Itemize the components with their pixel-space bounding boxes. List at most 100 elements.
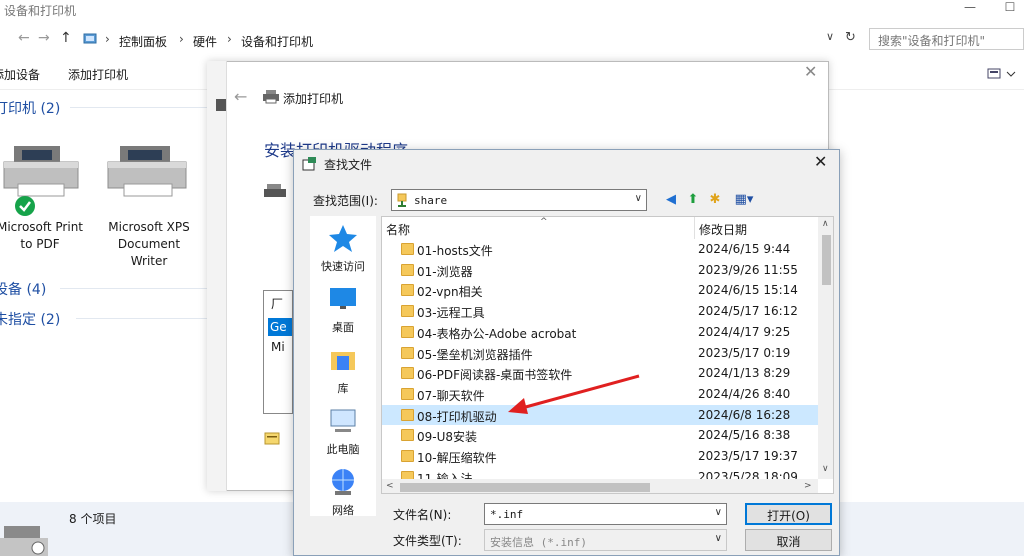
up-folder-icon[interactable]: ⬆ [684, 192, 702, 208]
folder-icon [401, 325, 414, 338]
file-date: 2024/4/26 8:40 [698, 386, 791, 401]
place-library[interactable]: 库 [310, 344, 376, 396]
list-item[interactable]: Ge [268, 318, 292, 336]
place-this-pc[interactable]: 此电脑 [310, 405, 376, 457]
minimize-button[interactable]: — [955, 0, 985, 18]
manufacturer-list[interactable]: 厂 Ge Mi [263, 290, 293, 414]
place-label: 网络 [332, 504, 354, 517]
file-row[interactable]: 01-hosts文件 2024/6/15 9:44 [382, 239, 818, 259]
column-header-name[interactable]: 名称 [382, 217, 694, 239]
file-row[interactable]: 05-堡垒机浏览器插件 2023/5/17 0:19 [382, 343, 818, 363]
folder-icon [401, 367, 414, 380]
filetype-dropdown[interactable]: 安装信息 (*.inf) ∨ [484, 529, 727, 551]
close-icon[interactable]: ✕ [814, 152, 827, 171]
filename-input[interactable]: *.inf ∨ [484, 503, 727, 525]
file-name: 08-打印机驱动 [417, 409, 497, 424]
place-label: 桌面 [332, 321, 354, 334]
file-name: 09-U8安装 [417, 430, 478, 445]
places-bar: 快速访问 桌面 库 此电脑 网络 [310, 216, 376, 518]
network-globe-icon [332, 469, 354, 495]
filetype-label: 文件类型(T): [393, 534, 462, 548]
forward-arrow-icon[interactable]: → [38, 30, 50, 46]
list-item[interactable]: 厂 [271, 295, 283, 312]
lookin-dropdown[interactable]: share ∨ [391, 189, 647, 211]
lookin-label: 查找范围(I): [313, 194, 378, 208]
file-date: 2024/5/16 8:38 [698, 428, 791, 443]
folder-icon [401, 408, 414, 421]
address-bar[interactable]: › 控制面板 › 硬件 › 设备和打印机 [80, 28, 840, 50]
view-options-icon[interactable] [987, 67, 1017, 81]
network-share-icon [397, 193, 407, 207]
file-row[interactable]: 02-vpn相关 2024/6/15 15:14 [382, 280, 818, 300]
back-arrow-icon[interactable]: ← [18, 30, 30, 46]
printer-icon[interactable] [0, 140, 80, 215]
list-item[interactable]: Mi [271, 340, 285, 354]
scroll-left-icon[interactable]: < [386, 481, 394, 491]
group-header-printers[interactable]: 打印机 (2) [0, 98, 60, 118]
place-quick-access[interactable]: 快速访问 [310, 222, 376, 274]
new-folder-icon[interactable]: ✱ [706, 192, 724, 208]
group-header-unspecified[interactable]: 未指定 (2) [0, 309, 60, 329]
window-title: 设备和打印机 [4, 4, 77, 18]
folder-icon [401, 263, 414, 276]
file-row[interactable]: 03-远程工具 2024/5/17 16:12 [382, 301, 818, 321]
file-row[interactable]: 04-表格办公-Adobe acrobat 2024/4/17 9:25 [382, 322, 818, 342]
file-name: 03-远程工具 [417, 306, 485, 321]
column-header-date[interactable]: 修改日期 [694, 217, 818, 239]
file-name: 01-hosts文件 [417, 244, 493, 258]
add-printer-button[interactable]: 添加打印机 [68, 66, 128, 83]
place-desktop[interactable]: 桌面 [310, 283, 376, 335]
file-name: 07-聊天软件 [417, 388, 485, 403]
folder-icon [401, 305, 414, 318]
group-divider [70, 107, 210, 108]
group-divider [60, 288, 210, 289]
place-network[interactable]: 网络 [310, 466, 376, 518]
file-name: 02-vpn相关 [417, 285, 483, 300]
group-header-devices[interactable]: 设备 (4) [0, 279, 46, 299]
scroll-thumb[interactable] [400, 483, 650, 492]
file-name: 05-堡垒机浏览器插件 [417, 347, 533, 362]
cancel-button[interactable]: 取消 [745, 529, 832, 551]
up-arrow-icon[interactable]: ↑ [60, 30, 72, 46]
file-row[interactable]: 09-U8安装 2024/5/16 8:38 [382, 425, 818, 445]
printer-thumbnail-icon [0, 526, 48, 556]
printer-icon[interactable] [104, 140, 190, 215]
computer-icon [330, 409, 356, 432]
wizard-title: 添加打印机 [283, 92, 344, 106]
vertical-scrollbar[interactable]: ∧ ∨ [818, 217, 833, 479]
group-divider [76, 318, 210, 319]
scroll-up-icon[interactable]: ∧ [822, 219, 829, 229]
folder-icon [401, 346, 414, 359]
scroll-right-icon[interactable]: > [804, 481, 812, 491]
file-name: 04-表格办公-Adobe acrobat [417, 326, 577, 341]
breadcrumb-control-panel[interactable]: 控制面板 [119, 33, 167, 50]
view-menu-icon[interactable]: ▦▾ [730, 192, 758, 208]
chevron-down-icon: ∨ [634, 193, 642, 204]
file-date: 2024/6/15 9:44 [698, 242, 791, 256]
file-row[interactable]: 10-解压缩软件 2023/5/17 19:37 [382, 446, 818, 466]
chevron-down-icon[interactable]: ∨ [826, 30, 834, 43]
file-row[interactable]: 01-浏览器 2023/9/26 11:55 [382, 260, 818, 280]
close-icon[interactable]: ✕ [804, 62, 817, 81]
filename-label: 文件名(N): [393, 508, 452, 522]
search-input[interactable]: 搜索"设备和打印机" [869, 28, 1024, 50]
open-button[interactable]: 打开(O) [745, 503, 832, 525]
folder-icon [401, 284, 414, 297]
sort-up-icon: ^ [540, 217, 548, 227]
scroll-down-icon[interactable]: ∨ [822, 464, 829, 474]
file-list[interactable]: 名称 ^ 修改日期 01-hosts文件 2024/6/15 9:44 01-浏览器… [381, 216, 834, 494]
maximize-button[interactable]: ☐ [995, 0, 1024, 18]
back-arrow-icon[interactable]: ← [234, 87, 247, 106]
device-label-print-to-pdf[interactable]: Microsoft Print to PDF [0, 219, 90, 253]
breadcrumb-devices-printers[interactable]: 设备和打印机 [241, 33, 313, 50]
horizontal-scrollbar[interactable]: < > [382, 479, 818, 493]
printer-small-icon [263, 90, 279, 104]
file-date: 2023/5/17 0:19 [698, 345, 791, 360]
refresh-icon[interactable]: ↻ [845, 30, 856, 45]
add-device-button[interactable]: 添加设备 [0, 66, 40, 83]
device-label-xps-writer[interactable]: Microsoft XPS Document Writer [100, 219, 198, 270]
scroll-thumb[interactable] [822, 235, 831, 285]
breadcrumb-hardware[interactable]: 硬件 [193, 33, 217, 50]
chevron-right-icon: › [105, 32, 110, 46]
back-icon[interactable]: ◀ [662, 192, 680, 208]
